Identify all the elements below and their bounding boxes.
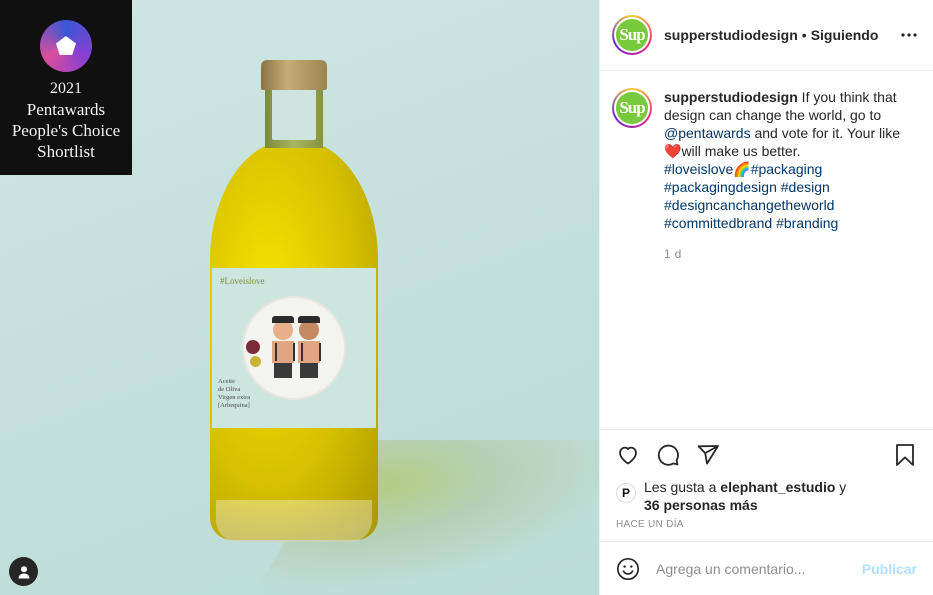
likes-summary: P Les gusta a elephant_estudio y 36 pers… [616,478,917,514]
mention-link[interactable]: @pentawards [664,125,751,141]
liker-username[interactable]: elephant_estudio [720,479,835,495]
comment-button[interactable] [656,443,680,467]
hashtag-link[interactable]: #design [781,179,830,195]
bottle-cap [261,60,327,90]
hashtag-link[interactable]: #designcanchangetheworld [664,197,834,213]
like-button[interactable] [616,443,640,467]
badge-line-2: People's Choice [11,121,121,140]
badge-line-1: Pentawards [26,100,106,119]
post-sidebar: Sup supperstudiodesign • Siguiendo Sup s… [599,0,933,595]
caption-text: will make us better. [681,143,801,159]
post-header: Sup supperstudiodesign • Siguiendo [600,0,933,71]
save-button[interactable] [893,443,917,467]
post-image[interactable]: 2021 Pentawards People's Choice Shortlis… [0,0,599,595]
badge-year: 2021 [49,80,82,97]
hashtag-link[interactable]: #branding [776,215,838,231]
bottle-base [216,500,372,542]
bookmark-icon [896,444,914,466]
hashtag-link[interactable]: #committedbrand [664,215,772,231]
emoji-button[interactable] [616,557,640,581]
more-dots-icon [901,33,917,37]
figure-right [298,316,321,378]
likes-prefix: Les gusta a [644,479,721,495]
olive-fruit [246,340,260,354]
header-username[interactable]: supperstudiodesign [664,27,798,43]
caption-body: supperstudiodesign If you think that des… [664,88,914,263]
post-timestamp[interactable]: HACE UN DÍA [616,519,917,530]
post-caption: Sup supperstudiodesign If you think that… [612,88,921,263]
comment-icon [657,444,679,466]
olive-fruit [250,356,261,367]
comment-bar: Publicar [600,541,933,595]
smiley-icon [616,557,640,580]
avatar[interactable]: Sup [612,15,652,55]
heart-emoji: ❤️ [664,143,682,159]
rainbow-emoji: 🌈 [733,161,751,177]
pentawards-logo-icon [40,20,92,72]
following-button[interactable]: Siguiendo [811,27,879,43]
caption-username[interactable]: supperstudiodesign [664,89,798,105]
figure-left [272,316,295,378]
bottle-hashtag: #Loveislove [220,276,265,286]
post-actions: P Les gusta a elephant_estudio y 36 pers… [600,429,933,542]
user-tag-button[interactable] [9,557,38,586]
likes-others[interactable]: 36 personas más [644,497,758,513]
publish-button[interactable]: Publicar [862,561,917,577]
badge-text: 2021 Pentawards People's Choice Shortlis… [12,78,120,162]
liker-avatar[interactable]: P [616,483,636,503]
caption-text: and vote for it. Your like [750,125,901,141]
olive-oil-bottle: #Loveislove Aceite de Oliva Virgen extra… [210,60,378,550]
hashtag-link[interactable]: #packagingdesign [664,179,777,195]
action-bar [616,430,917,478]
pentawards-badge: 2021 Pentawards People's Choice Shortlis… [0,0,132,175]
badge-line-3: Shortlist [37,142,95,161]
bottle-description: Aceite de Oliva Virgen extra [Arbequina] [218,378,251,409]
comment-input[interactable] [656,560,862,577]
likes-conj: y [835,479,847,495]
heart-icon [619,446,637,465]
caption-avatar[interactable]: Sup [612,88,652,128]
hashtag-link[interactable]: #packaging [751,161,823,177]
user-tag-icon [18,565,29,578]
caption-time[interactable]: 1 d [664,245,914,263]
more-options-button[interactable] [897,23,921,47]
hashtag-link[interactable]: #loveislove [664,161,733,177]
bottle-label: #Loveislove Aceite de Oliva Virgen extra… [212,268,376,428]
header-separator: • [801,27,807,43]
share-button[interactable] [696,443,720,467]
paper-plane-icon [697,445,719,465]
